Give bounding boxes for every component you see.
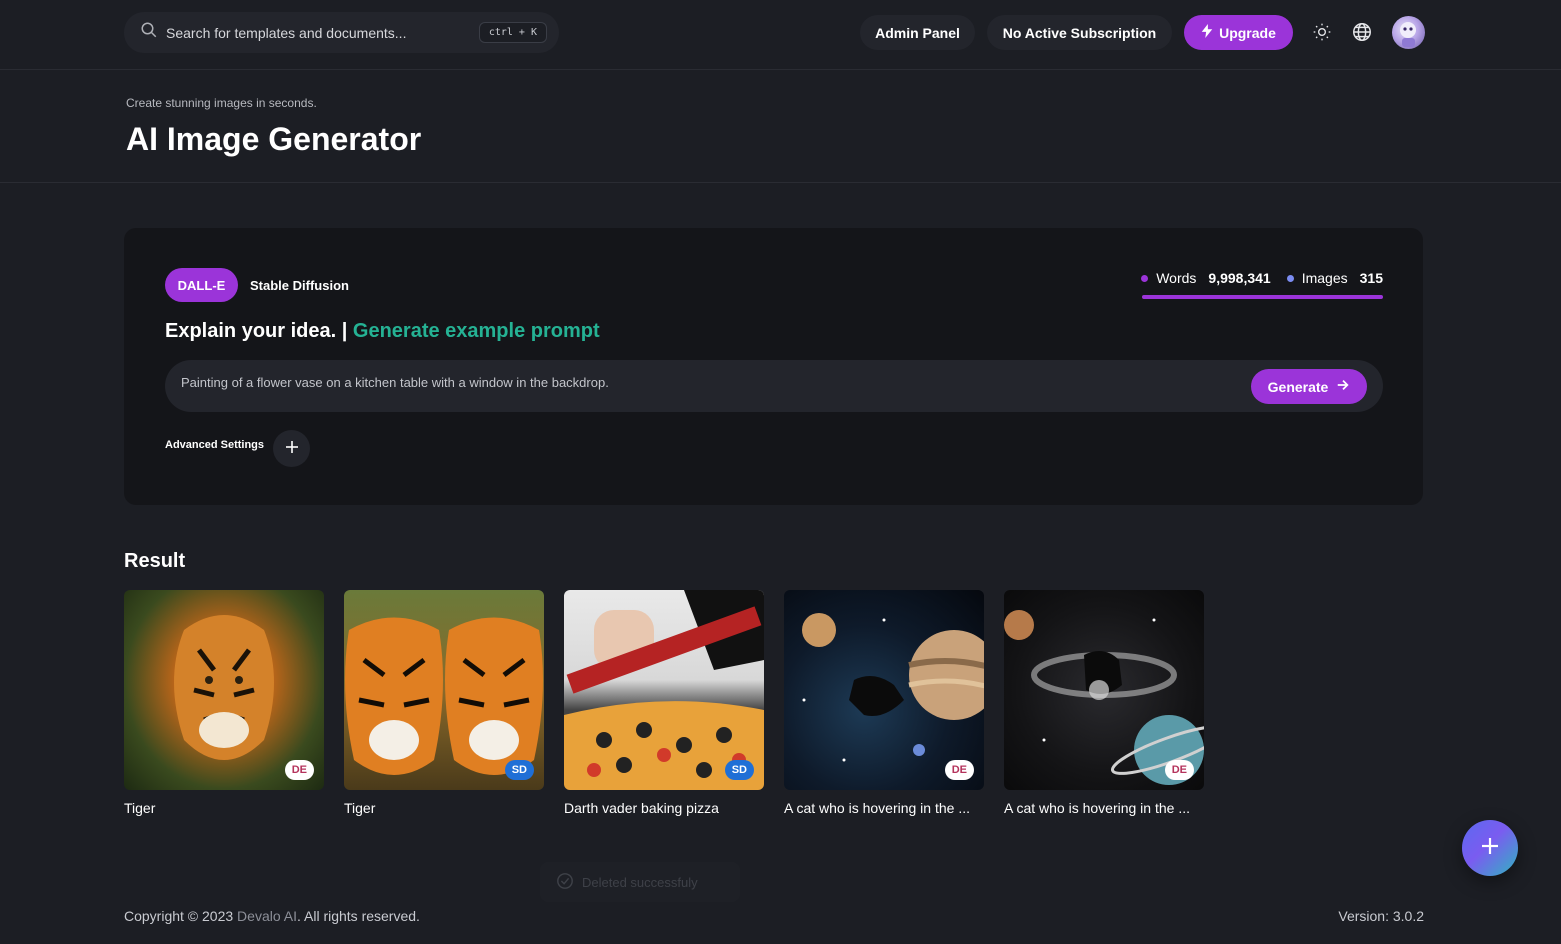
result-image[interactable]: SD xyxy=(344,590,544,790)
page-subtitle: Create stunning images in seconds. xyxy=(126,96,317,110)
result-image[interactable]: DE xyxy=(124,590,324,790)
search-input[interactable] xyxy=(166,24,466,41)
words-label: Words xyxy=(1156,270,1197,286)
images-dot-icon xyxy=(1286,274,1294,282)
check-circle-icon xyxy=(556,872,574,893)
model-badge: DE xyxy=(944,760,974,780)
search-icon xyxy=(140,21,158,44)
prompt-heading: Explain your idea. | Generate example pr… xyxy=(165,320,600,343)
search-bar[interactable]: ctrl + K xyxy=(124,12,559,53)
page-title: AI Image Generator xyxy=(126,121,422,157)
usage-stats: Words 9,998,341 Images 315 xyxy=(1141,270,1383,286)
upgrade-button[interactable]: Upgrade xyxy=(1184,15,1293,50)
lightning-icon xyxy=(1201,24,1213,41)
page-header: Create stunning images in seconds. AI Im… xyxy=(0,71,1561,183)
plus-icon xyxy=(285,440,298,458)
result-caption: Darth vader baking pizza xyxy=(564,800,719,816)
generate-button[interactable]: Generate xyxy=(1251,369,1367,404)
prompt-input[interactable] xyxy=(181,370,1221,394)
result-tile[interactable]: DE Tiger xyxy=(124,590,324,816)
result-tile[interactable]: DE A cat who is hovering in the ... xyxy=(1004,590,1204,816)
arrow-right-icon xyxy=(1336,378,1350,395)
result-tile[interactable]: SD Darth vader baking pizza xyxy=(564,590,764,816)
footer-copyright: Copyright © 2023 Devalo AI. All rights r… xyxy=(124,908,420,924)
floating-add-button[interactable] xyxy=(1462,820,1518,876)
toast-message: Deleted successfuly xyxy=(582,874,698,890)
model-badge: DE xyxy=(284,760,314,780)
copyright-suffix: . All rights reserved. xyxy=(296,908,420,924)
upgrade-label: Upgrade xyxy=(1219,24,1276,41)
result-caption: A cat who is hovering in the ... xyxy=(1004,800,1190,816)
globe-icon[interactable] xyxy=(1350,20,1374,44)
advanced-settings-toggle[interactable] xyxy=(273,430,310,467)
top-bar: ctrl + K Admin Panel No Active Subscript… xyxy=(0,0,1561,70)
explain-label: Explain your idea. | xyxy=(165,320,348,342)
result-image[interactable]: DE xyxy=(1004,590,1204,790)
search-shortcut-hint: ctrl + K xyxy=(478,22,547,43)
results-heading: Result xyxy=(124,550,186,572)
advanced-settings-label: Advanced Settings xyxy=(165,439,265,451)
prompt-bar: Generate xyxy=(165,360,1383,412)
sun-icon[interactable] xyxy=(1310,20,1334,44)
model-badge: SD xyxy=(724,760,754,780)
version-label: Version: 3.0.2 xyxy=(1338,908,1424,924)
generate-label: Generate xyxy=(1267,378,1329,395)
plus-icon xyxy=(1481,837,1499,860)
usage-bar xyxy=(1142,295,1383,299)
result-image[interactable]: SD xyxy=(564,590,764,790)
result-tile[interactable]: SD Tiger xyxy=(344,590,544,816)
tab-dall-e[interactable]: DALL-E xyxy=(165,268,238,302)
images-label: Images xyxy=(1301,270,1348,286)
brand-link[interactable]: Devalo AI xyxy=(237,908,297,924)
result-caption: Tiger xyxy=(124,800,156,816)
tab-stable-diffusion[interactable]: Stable Diffusion xyxy=(250,268,349,302)
result-tile[interactable]: DE A cat who is hovering in the ... xyxy=(784,590,984,816)
admin-panel-button[interactable]: Admin Panel xyxy=(860,15,975,50)
copyright-prefix: Copyright © 2023 xyxy=(124,908,234,924)
result-caption: Tiger xyxy=(344,800,376,816)
result-caption: A cat who is hovering in the ... xyxy=(784,800,970,816)
toast-notification: Deleted successfuly xyxy=(540,862,740,902)
model-badge: DE xyxy=(1164,760,1194,780)
subscription-button[interactable]: No Active Subscription xyxy=(987,15,1172,50)
words-value: 9,998,341 xyxy=(1208,270,1271,286)
generator-card: DALL-E Stable Diffusion Words 9,998,341 … xyxy=(124,228,1423,505)
images-value: 315 xyxy=(1359,270,1383,286)
words-dot-icon xyxy=(1141,274,1149,282)
generate-example-link[interactable]: Generate example prompt xyxy=(353,320,600,342)
model-badge: SD xyxy=(504,760,534,780)
avatar[interactable] xyxy=(1392,16,1425,49)
results-grid: DE Tiger SD Tiger SD Darth vader baking … xyxy=(124,590,1204,816)
result-image[interactable]: DE xyxy=(784,590,984,790)
